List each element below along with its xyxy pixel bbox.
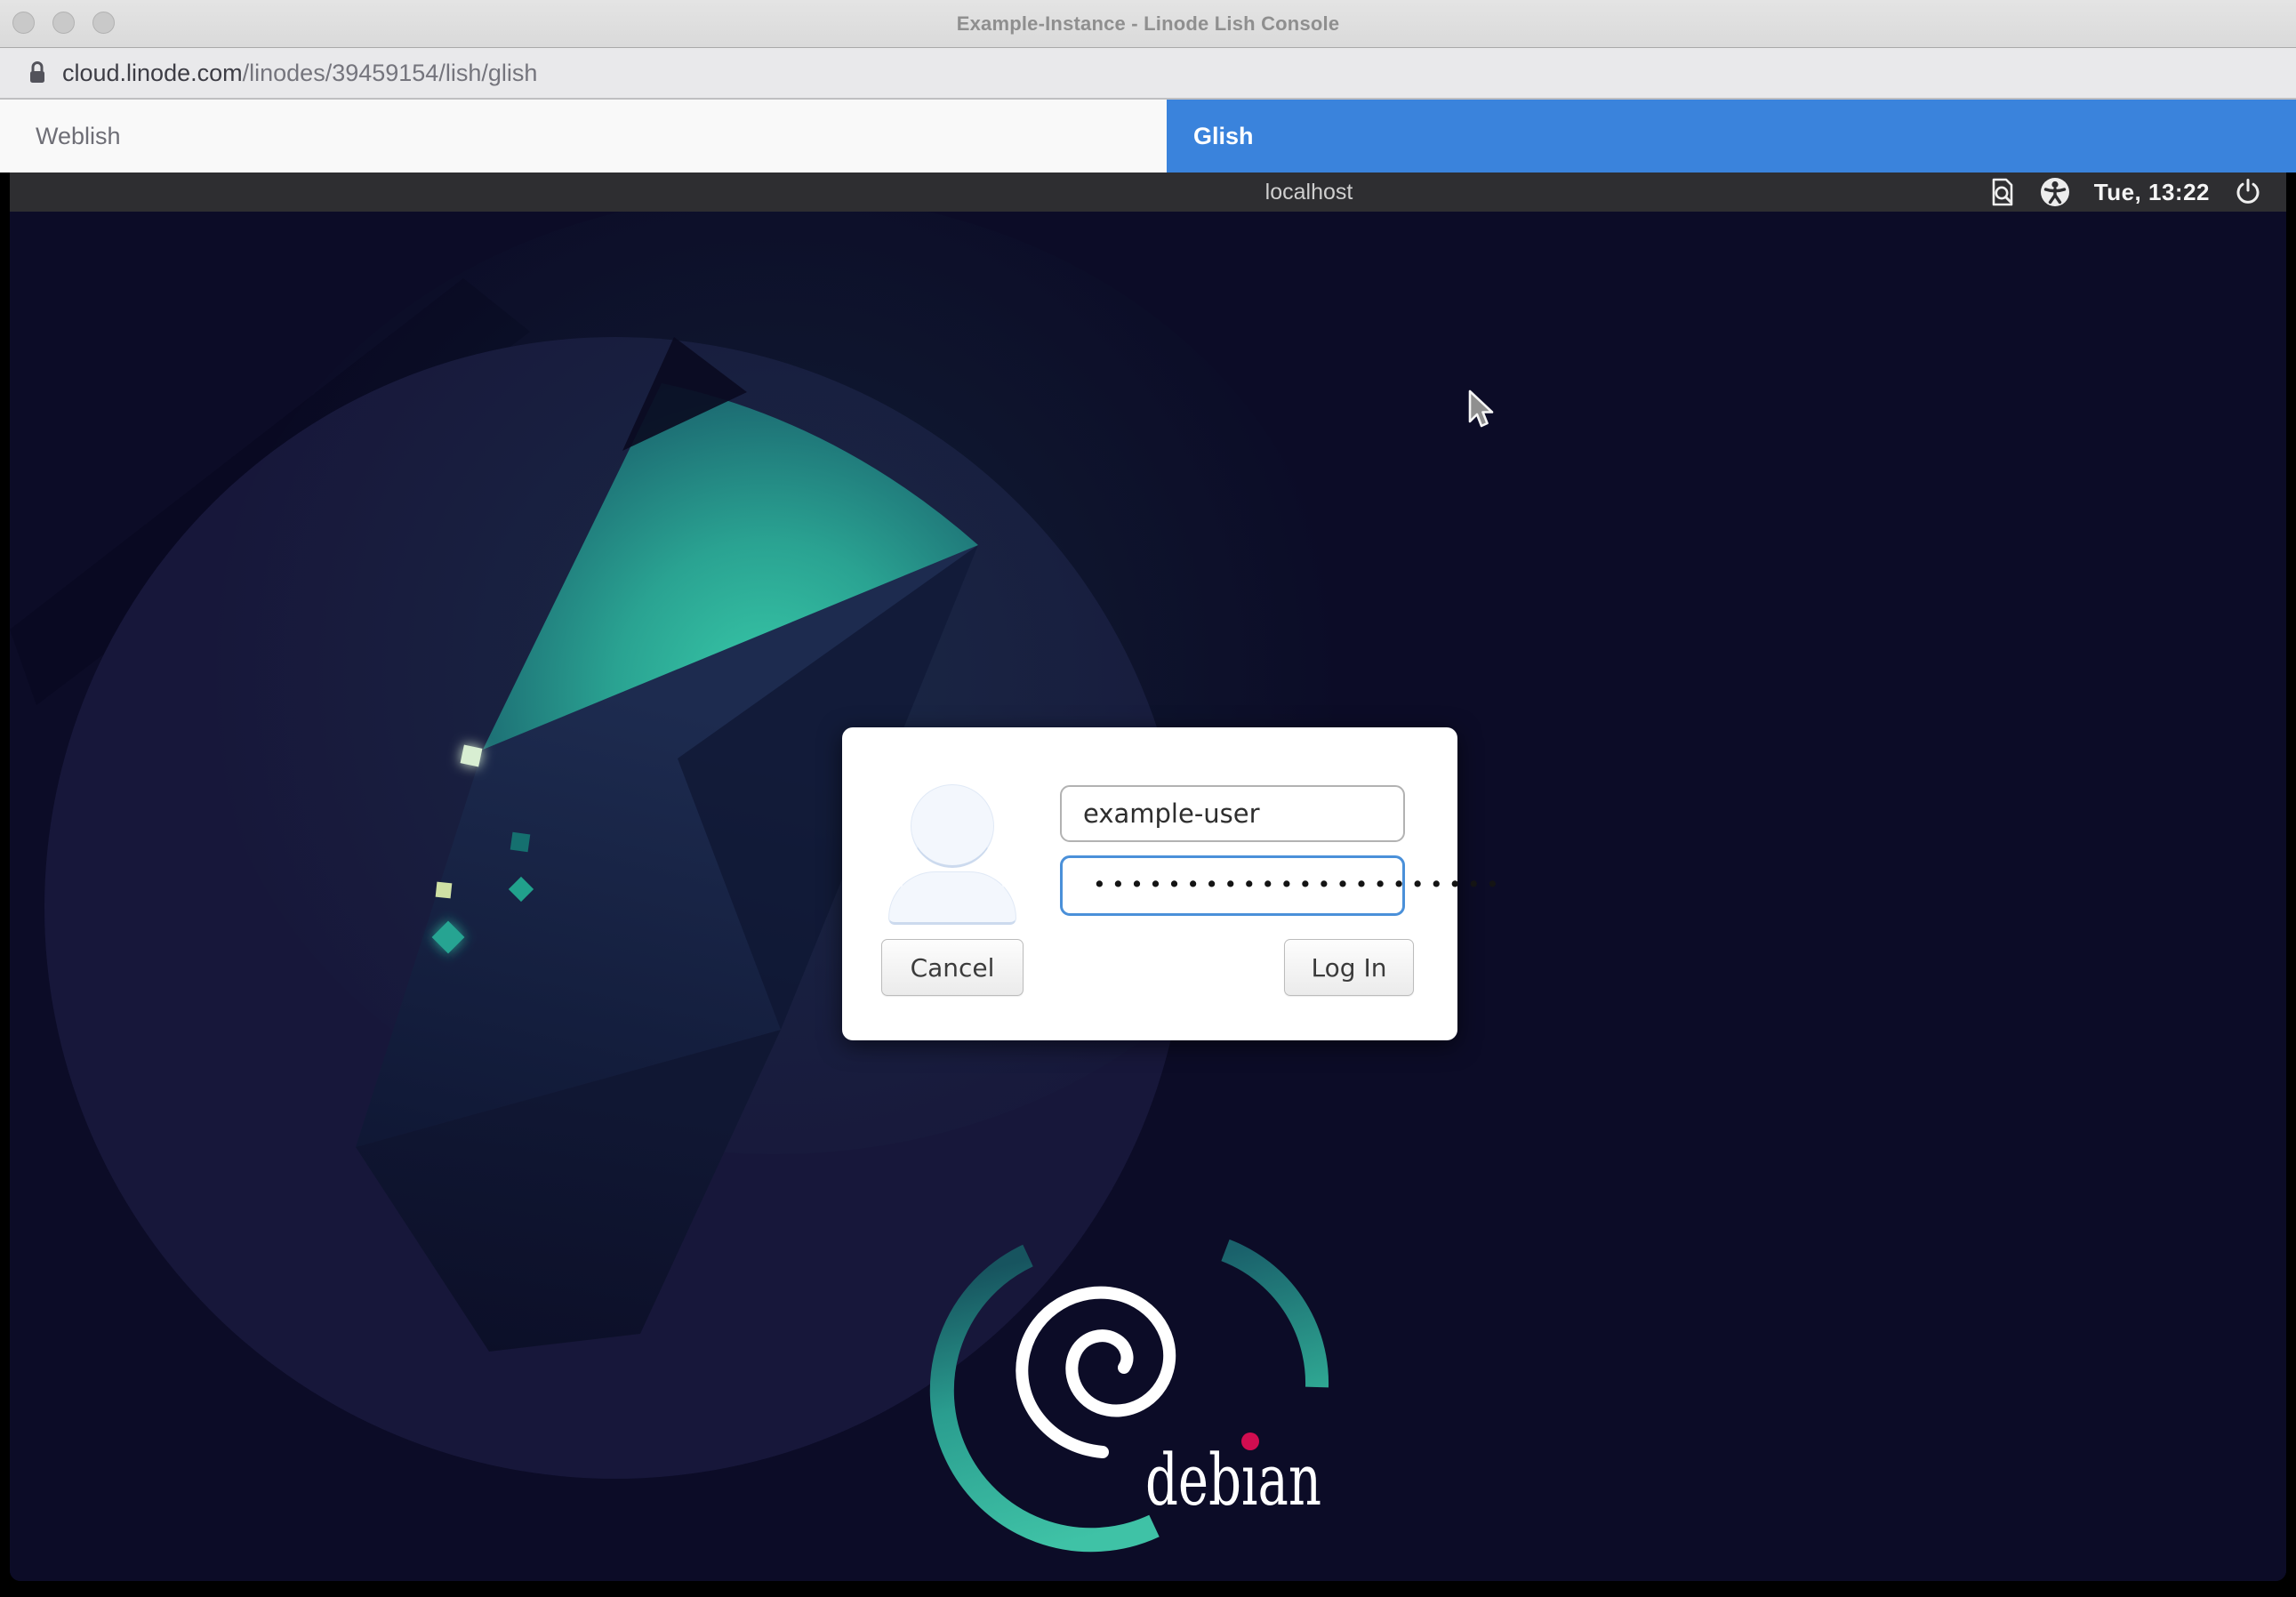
screen-reader-icon[interactable] [1989,176,2016,208]
lish-tabbar: Weblish Glish [0,100,2296,173]
cancel-button-label: Cancel [911,953,995,983]
lock-icon [27,60,48,86]
username-field[interactable]: example-user [1060,785,1405,842]
username-value: example-user [1083,798,1260,829]
power-icon[interactable] [2233,176,2263,208]
tab-glish-label: Glish [1193,123,1254,150]
topbar-status-icons: Tue, 13:22 [1989,173,2263,212]
debian-red-dot [1241,1432,1259,1450]
window-title: Example-Instance - Linode Lish Console [0,0,2296,47]
cancel-button[interactable]: Cancel [881,939,1024,996]
tab-glish[interactable]: Glish [1167,100,2296,173]
browser-window: Example-Instance - Linode Lish Console c… [0,0,2296,1597]
address-bar[interactable]: cloud.linode.com/linodes/39459154/lish/g… [0,48,2296,100]
url-host: cloud.linode.com [62,60,243,86]
remote-screen: localhost [10,173,2286,1581]
debian-wordmark: debıan [1145,1439,1321,1521]
log-in-button-label: Log In [1312,953,1387,983]
clock-label: Tue, 13:22 [2094,179,2210,206]
url-text[interactable]: cloud.linode.com/linodes/39459154/lish/g… [62,60,537,87]
hostname-label: localhost [1265,173,1353,212]
mouse-cursor [1467,389,1497,435]
titlebar: Example-Instance - Linode Lish Console [0,0,2296,48]
login-dialog: example-user •••••••••••••••••••••• Canc… [842,727,1457,1040]
glish-content: localhost [0,173,2296,1597]
password-field[interactable]: •••••••••••••••••••••• [1060,855,1405,916]
tab-weblish-label: Weblish [36,123,121,150]
tab-weblish[interactable]: Weblish [0,100,1167,173]
url-path: /linodes/39459154/lish/glish [243,60,538,86]
accessibility-icon[interactable] [2039,176,2071,208]
log-in-button[interactable]: Log In [1284,939,1414,996]
password-mask: •••••••••••••••••••••• [1093,873,1505,895]
gnome-top-bar: localhost [10,173,2286,212]
